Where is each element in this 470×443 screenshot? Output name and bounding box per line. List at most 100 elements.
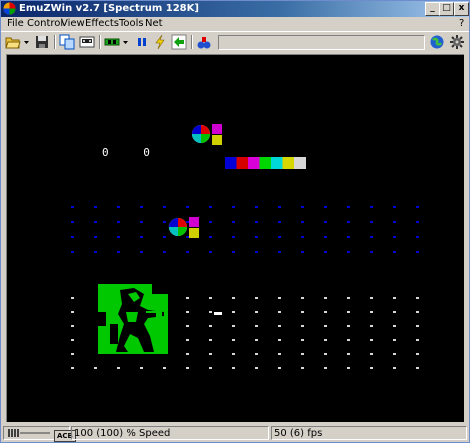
white-dot xyxy=(393,311,396,313)
blue-dot xyxy=(278,221,281,223)
blue-dot xyxy=(347,206,350,208)
white-dot xyxy=(255,311,258,313)
network-icon[interactable] xyxy=(429,34,445,50)
white-dot xyxy=(347,353,350,355)
blue-dot xyxy=(393,236,396,238)
speaker-icon[interactable] xyxy=(196,34,212,50)
white-dot xyxy=(209,367,212,369)
blue-dot xyxy=(393,251,396,253)
menu-view[interactable]: View xyxy=(61,18,85,30)
white-dot xyxy=(393,353,396,355)
white-dot xyxy=(186,353,189,355)
color-bar-segment xyxy=(225,157,237,169)
blue-dot xyxy=(117,221,120,223)
white-dot xyxy=(117,367,120,369)
blue-dot xyxy=(209,206,212,208)
fps-panel: 50 (6) fps xyxy=(271,426,467,440)
blue-dot xyxy=(140,236,143,238)
load-tape-icon[interactable] xyxy=(79,34,95,50)
blue-dot xyxy=(370,206,373,208)
white-dot xyxy=(94,367,97,369)
blue-dot xyxy=(347,251,350,253)
pause-icon[interactable] xyxy=(134,34,150,50)
white-dot xyxy=(71,325,74,327)
menu-tools[interactable]: Tools xyxy=(119,18,144,30)
white-dot xyxy=(140,367,143,369)
menu-net[interactable]: Net xyxy=(145,18,163,30)
white-dot xyxy=(71,297,74,299)
blue-dot xyxy=(140,206,143,208)
blue-dot xyxy=(278,236,281,238)
blue-dot xyxy=(301,236,304,238)
bullet-dash xyxy=(214,312,222,315)
screen-digits: 0 0 xyxy=(102,146,164,159)
white-dot xyxy=(393,297,396,299)
menu-file[interactable]: File xyxy=(7,18,24,30)
close-button[interactable]: x xyxy=(454,2,469,16)
blue-dot xyxy=(393,221,396,223)
white-dot xyxy=(416,311,419,313)
blue-dot xyxy=(117,251,120,253)
color-bar-segment xyxy=(271,157,283,169)
menu-help[interactable]: ? xyxy=(459,18,464,30)
blue-dot xyxy=(140,251,143,253)
spectrum-screen[interactable]: 0 0 xyxy=(6,54,464,422)
save-disk-icon[interactable] xyxy=(34,34,50,50)
copy-icon[interactable] xyxy=(59,34,75,50)
white-dot xyxy=(255,297,258,299)
volume-slider[interactable] xyxy=(6,427,52,439)
memory-chip-icon[interactable] xyxy=(104,34,120,50)
blue-dot xyxy=(71,206,74,208)
minimize-button[interactable]: _ xyxy=(425,2,440,16)
white-dot xyxy=(347,297,350,299)
blue-dot xyxy=(186,221,189,223)
white-dot xyxy=(209,297,212,299)
white-dot xyxy=(301,353,304,355)
white-dot xyxy=(186,311,189,313)
arrow-icon[interactable] xyxy=(171,34,187,50)
blue-dot xyxy=(232,236,235,238)
white-dot xyxy=(301,367,304,369)
maximize-button[interactable]: □ xyxy=(439,2,454,16)
blue-dot xyxy=(209,251,212,253)
blue-dot xyxy=(347,221,350,223)
menu-effects[interactable]: Effects xyxy=(85,18,119,30)
white-dot xyxy=(347,339,350,341)
blue-dot xyxy=(370,221,373,223)
blue-dot xyxy=(209,236,212,238)
white-dot xyxy=(324,339,327,341)
white-dot xyxy=(163,367,166,369)
dropdown-arrow-icon[interactable] xyxy=(23,34,31,50)
white-dot xyxy=(370,353,373,355)
blue-dot xyxy=(94,236,97,238)
toolbar-separator xyxy=(54,35,56,49)
toolbar xyxy=(1,31,469,52)
white-dot xyxy=(301,311,304,313)
blue-dot xyxy=(324,206,327,208)
white-dot xyxy=(71,353,74,355)
white-dot xyxy=(186,367,189,369)
white-dot xyxy=(370,325,373,327)
white-dot xyxy=(324,367,327,369)
settings-icon[interactable] xyxy=(449,34,465,50)
blue-dot xyxy=(163,206,166,208)
title-bar[interactable]: EmuZWin v2.7 [Spectrum 128K] _ □ x xyxy=(1,1,469,17)
white-dot xyxy=(186,325,189,327)
emuzwin-logo-icon xyxy=(169,217,199,238)
white-dot xyxy=(71,367,74,369)
white-dot xyxy=(71,311,74,313)
lightning-icon[interactable] xyxy=(152,34,168,50)
white-dot xyxy=(416,325,419,327)
blue-dot xyxy=(163,251,166,253)
dropdown-arrow-icon[interactable] xyxy=(122,34,130,50)
white-dot xyxy=(324,311,327,313)
white-dot xyxy=(393,367,396,369)
blue-dot xyxy=(94,251,97,253)
open-folder-icon[interactable] xyxy=(5,34,21,50)
color-bar-segment xyxy=(248,157,260,169)
white-dot xyxy=(347,311,350,313)
white-dot xyxy=(209,325,212,327)
menu-control[interactable]: Control xyxy=(27,18,63,30)
app-icon xyxy=(3,2,16,15)
white-dot xyxy=(416,367,419,369)
